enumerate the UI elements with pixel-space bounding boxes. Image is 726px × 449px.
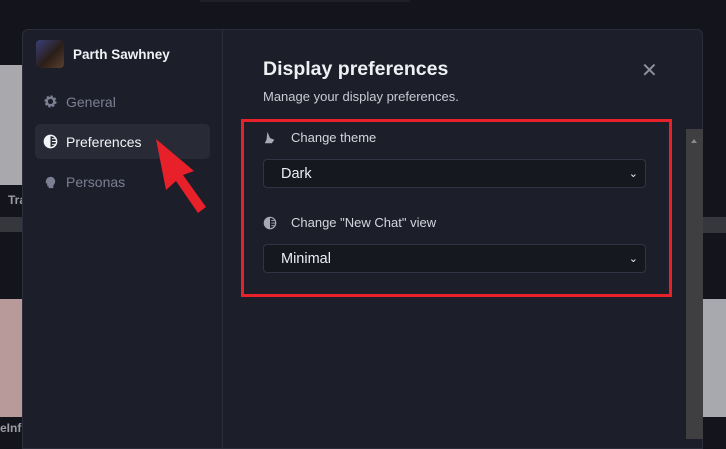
background-card-image bbox=[0, 65, 22, 185]
user-name: Parth Sawhney bbox=[73, 46, 170, 62]
user-profile: Parth Sawhney bbox=[36, 40, 210, 68]
page-title: Display preferences bbox=[263, 58, 449, 80]
sidebar-item-label: Preferences bbox=[66, 133, 142, 150]
sidebar-item-label: Personas bbox=[66, 173, 126, 190]
head-icon bbox=[45, 176, 56, 189]
avatar bbox=[36, 40, 64, 68]
gear-icon bbox=[44, 95, 57, 108]
sidebar-item-label: General bbox=[66, 93, 116, 110]
background-strip bbox=[200, 0, 410, 2]
sidebar-item-general[interactable]: General bbox=[35, 84, 210, 119]
background-bar bbox=[703, 217, 726, 233]
background-card-image bbox=[0, 299, 22, 417]
background-card-title: eInf bbox=[0, 421, 22, 435]
background-bar bbox=[0, 217, 22, 232]
scrollbar[interactable] bbox=[686, 129, 703, 439]
settings-sidebar: Parth Sawhney General Preferences Person… bbox=[23, 30, 223, 448]
highlight-box bbox=[241, 119, 672, 297]
background-header bbox=[0, 0, 726, 29]
close-icon[interactable]: ✕ bbox=[641, 58, 658, 83]
half-circle-icon bbox=[43, 134, 58, 149]
red-arrow-icon bbox=[156, 139, 206, 213]
background-card-image bbox=[703, 299, 726, 417]
page-subtitle: Manage your display preferences. bbox=[263, 89, 459, 104]
